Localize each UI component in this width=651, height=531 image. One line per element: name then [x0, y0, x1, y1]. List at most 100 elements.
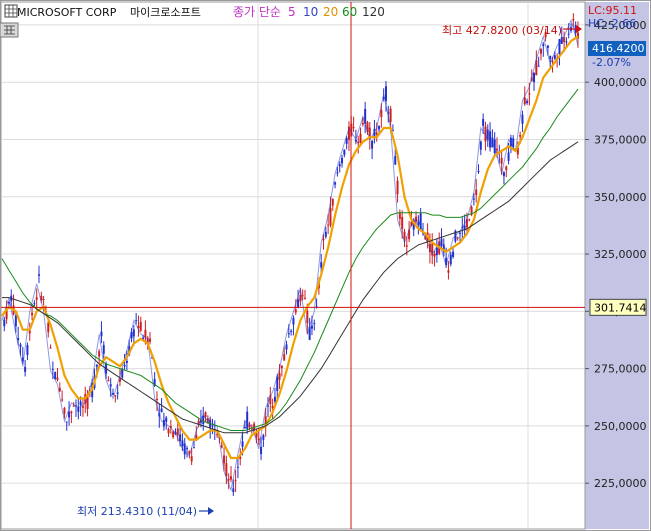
menu-handle-lines — [5, 5, 17, 17]
candle-body — [320, 262, 323, 268]
candle-body — [236, 466, 239, 468]
low-arrowhead-icon — [208, 507, 214, 515]
price-tick-label: 225,0000 — [594, 477, 647, 490]
candle-body — [313, 322, 316, 324]
candle-body — [167, 429, 170, 434]
crosshair-price-label: 301.7414 — [594, 301, 647, 314]
candle-body — [394, 156, 397, 165]
period-120-label[interactable]: 120 — [362, 5, 385, 19]
candle-body — [123, 365, 126, 367]
candle-body — [285, 344, 288, 350]
candle-body — [149, 338, 152, 342]
candle-body — [338, 164, 341, 167]
period-60-label[interactable]: 60 — [342, 5, 357, 19]
candle-body — [297, 299, 300, 308]
candle-body — [389, 108, 392, 122]
candle-body — [283, 354, 286, 361]
candle-body — [14, 315, 17, 327]
candle-body — [528, 93, 531, 95]
candle-body — [292, 317, 295, 325]
ma-line-20 — [1, 35, 579, 460]
candle-body — [401, 217, 404, 229]
candle-body — [225, 463, 228, 477]
candle-body — [179, 434, 182, 442]
hc-readout: HC:-2.66 — [588, 17, 636, 30]
candle-body — [546, 45, 549, 48]
candle-body — [81, 406, 84, 408]
candle-body — [63, 407, 66, 414]
candle-body — [257, 438, 260, 441]
candle-body — [72, 405, 75, 407]
candle-body — [519, 134, 522, 137]
candle-body — [472, 198, 475, 200]
candle-body — [336, 172, 339, 174]
candle-body — [403, 231, 406, 239]
period-10-label[interactable]: 10 — [303, 5, 318, 19]
candle-body — [384, 86, 387, 101]
candle-body — [155, 398, 158, 401]
plot-area[interactable] — [0, 1, 586, 530]
candle-body — [537, 65, 540, 67]
candle-body — [542, 44, 545, 47]
high-price-label: 최고 427.8200 (03/14) — [442, 24, 562, 37]
price-tick-label: 325,0000 — [594, 248, 647, 261]
candle-body — [290, 330, 293, 332]
candle-body — [435, 247, 438, 256]
candle-body — [234, 480, 237, 482]
candle-body — [172, 431, 175, 438]
candle-body — [232, 488, 235, 493]
candle-body — [482, 118, 485, 126]
candle-body — [49, 347, 52, 349]
candle-body — [341, 157, 344, 164]
candle-body — [190, 456, 193, 462]
low-price-label: 최저 213.4310 (11/04) — [77, 505, 197, 518]
candle-body — [98, 351, 101, 357]
candle-body — [95, 364, 98, 367]
candle-body — [216, 434, 219, 436]
candle-body — [246, 411, 249, 429]
period-5-label[interactable]: 5 — [288, 5, 296, 19]
candle-body — [107, 379, 110, 382]
candle-body — [56, 377, 59, 380]
candle-body — [459, 232, 462, 234]
chart-svg[interactable]: 225,0000250,0000275,0000300,0000325,0000… — [0, 0, 651, 531]
candle-body — [479, 141, 482, 150]
candle-body — [132, 329, 135, 337]
candle-body — [304, 297, 307, 299]
candle-body — [447, 270, 450, 273]
candle-body — [433, 253, 436, 257]
candle-body — [549, 55, 552, 60]
price-tick-label: 250,0000 — [594, 420, 647, 433]
candle-body — [357, 141, 360, 144]
candle-body — [135, 319, 138, 321]
candle-body — [181, 440, 184, 447]
menu-handle-icon[interactable] — [4, 4, 18, 18]
candle-body — [267, 405, 270, 407]
candle-body — [186, 448, 189, 450]
symbol-korean[interactable]: 마이크로소프트 — [130, 6, 201, 19]
price-tick-label: 275,0000 — [594, 363, 647, 376]
candle-body — [352, 127, 355, 129]
symbol-name[interactable]: MICROSOFT CORP — [17, 6, 117, 19]
candle-body — [343, 149, 346, 155]
period-20-label[interactable]: 20 — [323, 5, 338, 19]
candle-body — [553, 55, 556, 59]
candle-body — [176, 428, 179, 436]
candle-body — [165, 417, 168, 422]
candle-body — [327, 224, 330, 226]
candle-body — [521, 114, 524, 124]
candle-body — [125, 360, 128, 363]
candle-body — [361, 122, 364, 125]
candle-body — [331, 198, 334, 206]
candle-body — [220, 445, 223, 448]
candle-body — [61, 399, 64, 401]
candle-body — [116, 392, 119, 394]
candle-body — [526, 100, 529, 104]
candle-body — [65, 421, 68, 423]
candle-body — [241, 441, 244, 447]
candle-body — [572, 18, 575, 21]
candle-body — [79, 401, 82, 405]
candle-body — [507, 152, 510, 161]
candle-body — [567, 33, 570, 35]
candle-body — [37, 274, 40, 276]
